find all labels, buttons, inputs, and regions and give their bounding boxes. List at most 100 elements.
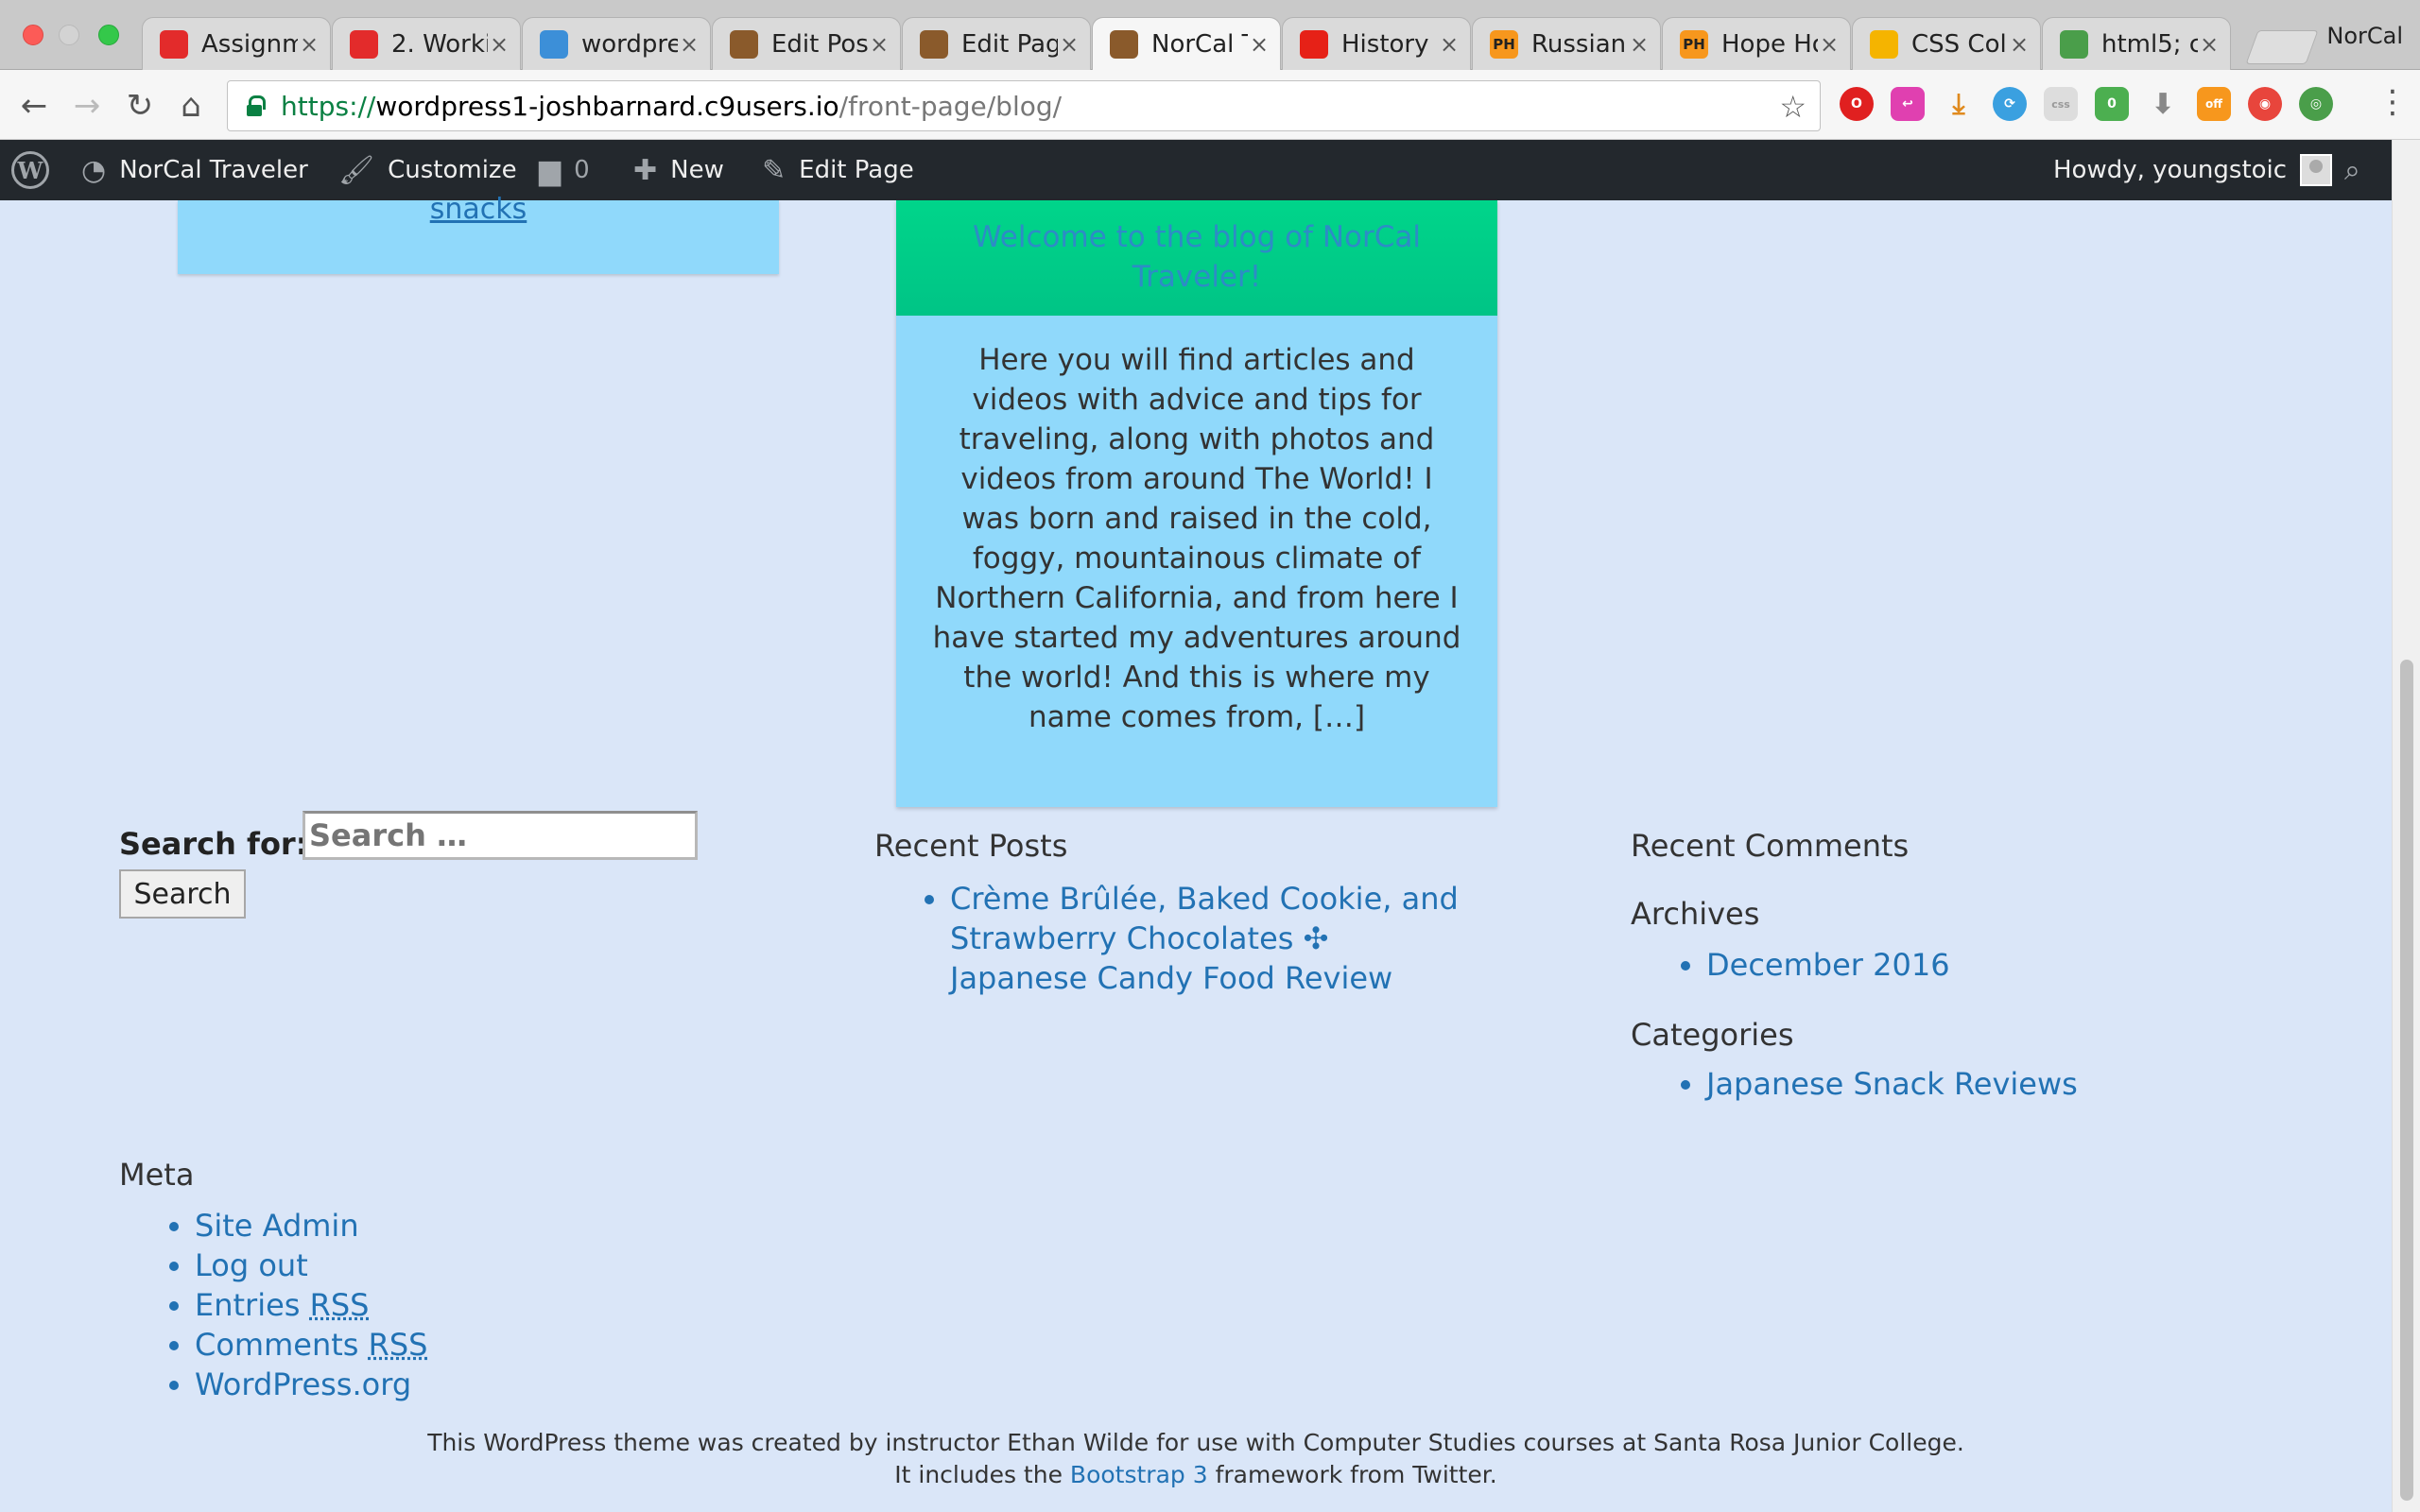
wordpress-org-link[interactable]: WordPress.org xyxy=(195,1366,411,1402)
wordpress-menu[interactable]: W xyxy=(11,140,49,200)
new-content-menu[interactable]: ✚ New xyxy=(633,140,724,200)
search-icon: ⌕ xyxy=(2344,153,2360,187)
globe-icon[interactable]: ◎ xyxy=(2299,87,2333,121)
browser-tab[interactable]: NorCal T × xyxy=(1092,17,1281,70)
comments-rss-link[interactable]: Comments RSS xyxy=(195,1327,427,1363)
tab-title: Hope Ho xyxy=(1721,29,1818,59)
paintbrush-icon: 🖌 xyxy=(338,153,375,187)
shield-icon[interactable]: 0 xyxy=(2095,87,2129,121)
tab-close-icon[interactable]: × xyxy=(1248,31,1270,58)
customize-link[interactable]: 🖌 Customize xyxy=(338,140,517,200)
profile-name[interactable]: NorCal xyxy=(2326,23,2403,49)
ph-icon: PH xyxy=(1680,29,1708,59)
wp-admin-bar: W ◔ NorCal Traveler 🖌 Customize ▆ 0 ✚ Ne… xyxy=(0,140,2392,200)
tab-close-icon[interactable]: × xyxy=(1438,31,1461,58)
tab-title: CSS Col xyxy=(1911,29,2007,59)
page-content: snacks Welcome to the blog of NorCal Tra… xyxy=(0,193,2392,1512)
arrow-down-icon[interactable]: ⬇ xyxy=(2146,87,2180,121)
tab-title: Assignm xyxy=(201,29,298,59)
recent-posts-title: Recent Posts xyxy=(874,828,1068,864)
site-admin-link[interactable]: Site Admin xyxy=(195,1208,359,1244)
new-tab-button[interactable] xyxy=(2245,30,2319,64)
log-out-link[interactable]: Log out xyxy=(195,1247,308,1283)
suitcase-icon xyxy=(920,29,948,59)
comments-label: Comments xyxy=(195,1327,359,1363)
tab-close-icon[interactable]: × xyxy=(488,31,510,58)
browser-tab[interactable]: PH Russian × xyxy=(1472,17,1661,70)
post-card-link[interactable]: snacks xyxy=(430,193,527,226)
tab-close-icon[interactable]: × xyxy=(1628,31,1651,58)
meta-widget: Meta Site Admin Log out Entries RSS Comm… xyxy=(119,1157,705,1404)
tab-close-icon[interactable]: × xyxy=(298,31,320,58)
tab-title: wordpre xyxy=(581,29,678,59)
entries-label: Entries xyxy=(195,1287,301,1323)
new-label: New xyxy=(670,156,724,184)
reload-icon[interactable]: ↻ xyxy=(121,87,159,125)
browser-tab[interactable]: Edit Pag × xyxy=(902,17,1091,70)
pocket-icon[interactable]: ↩ xyxy=(1891,87,1925,121)
tab-close-icon[interactable]: × xyxy=(2008,31,2031,58)
tab-close-icon[interactable]: × xyxy=(1818,31,1841,58)
close-window-button[interactable] xyxy=(23,25,43,45)
my-account-menu[interactable]: Howdy, youngstoic xyxy=(2053,140,2333,200)
categories-title: Categories xyxy=(1631,1017,1794,1053)
list-item: WordPress.org xyxy=(195,1365,705,1404)
comments-count: 0 xyxy=(574,156,590,184)
browser-tab[interactable]: wordpre × xyxy=(522,17,711,70)
adminbar-search[interactable]: ⌕ xyxy=(2344,140,2374,200)
wordpress-logo-icon: W xyxy=(11,151,49,189)
search-orange-icon xyxy=(1870,29,1898,59)
entries-rss-link[interactable]: Entries RSS xyxy=(195,1287,369,1323)
site-name-menu[interactable]: ◔ NorCal Traveler xyxy=(81,140,308,200)
opera-icon[interactable]: O xyxy=(1840,87,1874,121)
rss-abbr: RSS xyxy=(368,1327,428,1363)
tab-close-icon[interactable]: × xyxy=(868,31,890,58)
scrollbar-thumb[interactable] xyxy=(2400,660,2413,1501)
site-name: NorCal Traveler xyxy=(119,156,308,184)
category-link[interactable]: Japanese Snack Reviews xyxy=(1706,1066,2078,1102)
browser-tab[interactable]: html5; c × xyxy=(2042,17,2231,70)
tab-close-icon[interactable]: × xyxy=(2198,31,2221,58)
browser-tab[interactable]: Edit Pos × xyxy=(712,17,901,70)
list-item: Entries RSS xyxy=(195,1285,705,1325)
url-scheme: https:// xyxy=(281,90,376,122)
tab-close-icon[interactable]: × xyxy=(678,31,700,58)
archive-link[interactable]: December 2016 xyxy=(1706,947,1950,983)
sync-icon[interactable]: ⟳ xyxy=(1993,87,2027,121)
minimize-window-button[interactable] xyxy=(59,25,79,45)
rss-abbr: RSS xyxy=(309,1287,370,1323)
edit-page-link[interactable]: ✎ Edit Page xyxy=(762,140,914,200)
tab-title: Edit Pos xyxy=(771,29,868,59)
search-input[interactable] xyxy=(302,811,698,860)
tab-close-icon[interactable]: × xyxy=(1058,31,1080,58)
site-footer: This WordPress theme was created by inst… xyxy=(0,1427,2392,1491)
chrome-icon[interactable]: ◉ xyxy=(2248,87,2282,121)
zoom-window-button[interactable] xyxy=(98,25,119,45)
css-icon[interactable]: css xyxy=(2044,87,2078,121)
home-icon[interactable]: ⌂ xyxy=(172,87,210,125)
back-arrow-icon[interactable]: ← xyxy=(15,87,53,125)
browser-tab[interactable]: CSS Col × xyxy=(1852,17,2041,70)
featured-post-excerpt: Here you will find articles and videos w… xyxy=(932,343,1461,734)
search-button[interactable]: Search xyxy=(119,869,246,919)
page-scrollbar[interactable] xyxy=(2392,140,2420,1512)
url-path: /front-page/blog/ xyxy=(838,90,1063,122)
download-icon[interactable]: ⤓ xyxy=(1942,87,1976,121)
featured-post-card: Welcome to the blog of NorCal Traveler! … xyxy=(896,200,1497,807)
browser-tab[interactable]: PH Hope Ho × xyxy=(1662,17,1851,70)
forward-arrow-icon[interactable]: → xyxy=(68,87,106,125)
recent-post-link[interactable]: Crème Brûlée, Baked Cookie, and Strawber… xyxy=(950,881,1459,996)
dashboard-gauge-icon: ◔ xyxy=(81,153,107,187)
browser-menu-icon[interactable]: ⋮ xyxy=(2377,83,2409,121)
browser-tab[interactable]: 2. Worki × xyxy=(332,17,521,70)
address-bar[interactable]: https://wordpress1-joshbarnard.c9users.i… xyxy=(227,80,1821,131)
browser-tab[interactable]: Assignm × xyxy=(142,17,331,70)
featured-post-title[interactable]: Welcome to the blog of NorCal Traveler! xyxy=(896,200,1497,316)
browser-tab[interactable]: History c× xyxy=(1282,17,1471,70)
coupon-off-icon[interactable]: off xyxy=(2197,87,2231,121)
bootstrap-link[interactable]: Bootstrap 3 xyxy=(1070,1461,1208,1488)
comments-link[interactable]: ▆ 0 xyxy=(539,140,590,200)
footer-text-before: It includes the xyxy=(894,1461,1070,1488)
bookmark-star-icon[interactable]: ☆ xyxy=(1779,89,1806,125)
browser-tab-strip: Assignm × 2. Worki × wordpre × Edit Pos × Edit P… xyxy=(0,0,2420,70)
